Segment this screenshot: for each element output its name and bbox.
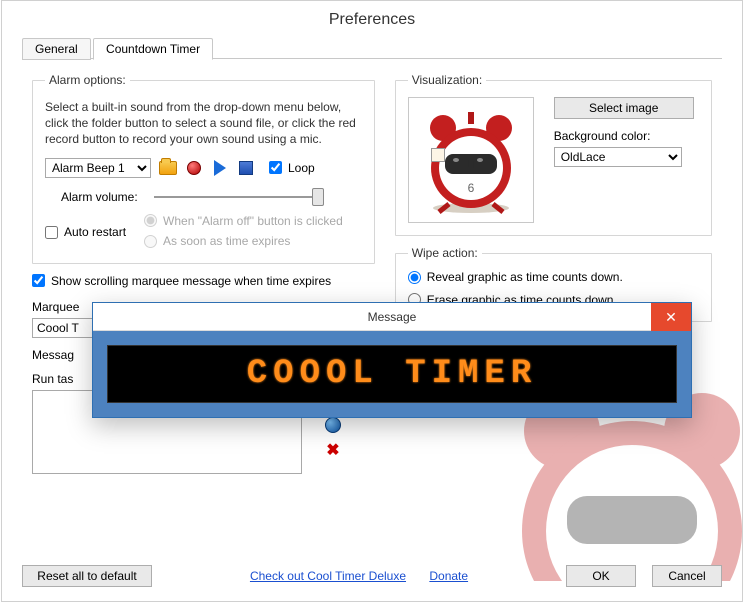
cool-timer-deluxe-link[interactable]: Check out Cool Timer Deluxe: [250, 569, 406, 583]
reset-all-button[interactable]: Reset all to default: [22, 565, 152, 587]
tab-general[interactable]: General: [22, 38, 91, 60]
page-title: Preferences: [2, 1, 742, 35]
marquee-label: Marquee: [32, 300, 84, 314]
close-icon[interactable]: ✕: [651, 303, 691, 331]
alarm-volume-slider[interactable]: [154, 196, 324, 198]
visualization-preview: 6: [408, 97, 534, 223]
visualization-legend: Visualization:: [408, 73, 487, 87]
message-window-title: Message ✕: [93, 303, 691, 331]
auto-restart-checkbox[interactable]: Auto restart: [45, 225, 126, 239]
play-icon[interactable]: [211, 159, 229, 177]
show-marquee-checkbox[interactable]: Show scrolling marquee message when time…: [32, 274, 331, 288]
tab-countdown-timer[interactable]: Countdown Timer: [93, 38, 213, 60]
globe-icon[interactable]: [324, 416, 342, 434]
select-image-button[interactable]: Select image: [554, 97, 694, 119]
tab-strip: General Countdown Timer: [22, 37, 722, 59]
radio-as-soon-expires: As soon as time expires: [144, 234, 290, 248]
radio-when-alarm-off: When "Alarm off" button is clicked: [144, 214, 343, 228]
alarm-sound-select[interactable]: Alarm Beep 1: [45, 158, 151, 178]
loop-checkbox[interactable]: Loop: [269, 161, 315, 175]
visualization-group: Visualization:: [395, 73, 712, 236]
cancel-button[interactable]: Cancel: [652, 565, 722, 587]
background-color-select[interactable]: OldLace: [554, 147, 682, 167]
message-window: Message ✕ COOOL TIMER: [92, 302, 692, 418]
alarm-options-group: Alarm options: Select a built-in sound f…: [32, 73, 375, 264]
delete-icon[interactable]: ✖: [324, 442, 342, 460]
alarm-options-legend: Alarm options:: [45, 73, 130, 87]
alarm-desc: Select a built-in sound from the drop-do…: [45, 99, 362, 148]
marquee-display: COOOL TIMER: [107, 345, 677, 403]
message-label: Messag: [32, 348, 84, 362]
folder-icon[interactable]: [159, 159, 177, 177]
ok-button[interactable]: OK: [566, 565, 636, 587]
alarm-volume-label: Alarm volume:: [61, 190, 138, 204]
wipe-action-legend: Wipe action:: [408, 246, 482, 260]
record-icon[interactable]: [185, 159, 203, 177]
stop-icon[interactable]: [237, 159, 255, 177]
donate-link[interactable]: Donate: [429, 569, 468, 583]
svg-text:6: 6: [467, 181, 474, 195]
run-task-label: Run tas: [32, 372, 84, 386]
clock-image: 6: [415, 104, 527, 216]
radio-reveal-graphic[interactable]: Reveal graphic as time counts down.: [408, 270, 623, 284]
background-color-label: Background color:: [554, 129, 699, 143]
